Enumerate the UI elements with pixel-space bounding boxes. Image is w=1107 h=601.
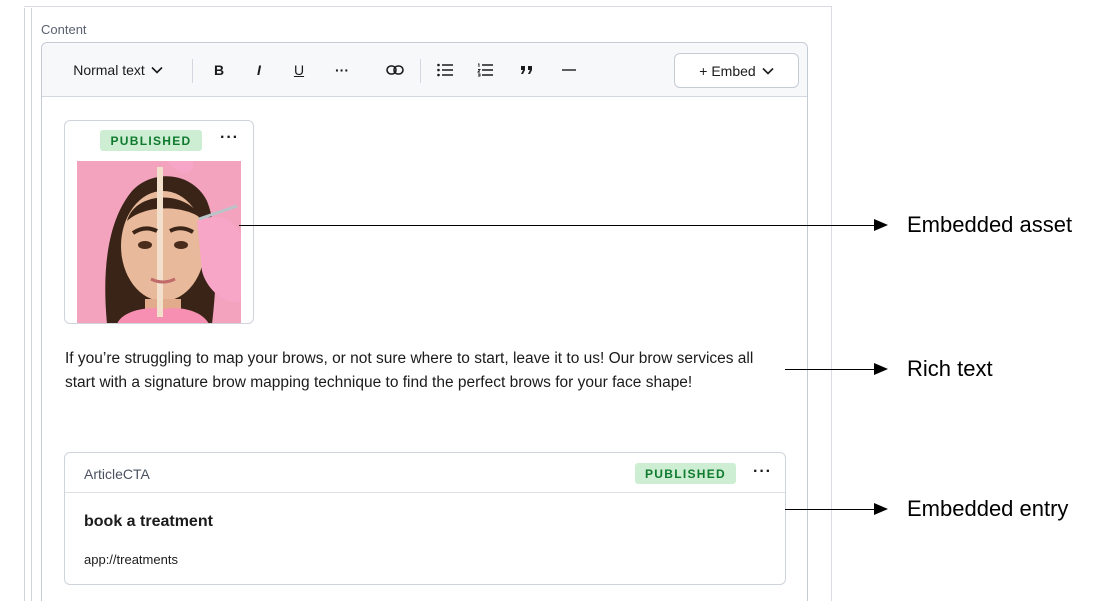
entry-title: book a treatment — [84, 513, 213, 530]
quote-icon — [521, 66, 532, 74]
italic-button[interactable]: I — [246, 43, 272, 97]
annotation-rich-text: Rich text — [907, 356, 993, 381]
annotation-line — [785, 509, 879, 510]
link-icon — [386, 65, 404, 75]
numbered-list-button[interactable] — [472, 43, 498, 97]
underline-icon: U — [293, 62, 305, 78]
arrow-right-icon — [874, 503, 888, 515]
entry-content-type: ArticleCTA — [84, 466, 150, 482]
annotation-embedded-entry: Embedded entry — [907, 496, 1069, 521]
embedded-asset-card[interactable]: PUBLISHED ··· — [64, 120, 254, 324]
asset-image — [77, 161, 241, 323]
status-badge: PUBLISHED — [635, 463, 736, 484]
entry-menu-button[interactable]: ··· — [753, 463, 772, 481]
bulleted-list-button[interactable] — [432, 43, 458, 97]
horizontal-rule-button[interactable] — [556, 43, 582, 97]
italic-icon: I — [257, 62, 261, 78]
embed-button[interactable]: + Embed — [674, 53, 799, 88]
entry-url: app://treatments — [84, 552, 178, 567]
status-badge: PUBLISHED — [100, 130, 202, 151]
rich-text-paragraph[interactable]: If you’re struggling to map your brows, … — [65, 347, 785, 395]
arrow-right-icon — [874, 219, 888, 231]
bold-button[interactable]: B — [206, 43, 232, 97]
editor-toolbar: Normal text B I U ··· + Embed — [42, 43, 807, 97]
ellipsis-icon: ··· — [335, 62, 349, 78]
bold-icon: B — [213, 62, 225, 78]
chevron-down-icon — [762, 67, 774, 75]
more-formatting-button[interactable]: ··· — [328, 43, 356, 97]
horizontal-rule-icon — [562, 69, 576, 71]
annotation-line — [785, 369, 879, 370]
annotation-embedded-asset: Embedded asset — [907, 212, 1073, 237]
underline-button[interactable]: U — [286, 43, 312, 97]
toolbar-separator — [192, 59, 193, 83]
chevron-down-icon — [151, 66, 163, 74]
panel-left-border — [24, 8, 25, 601]
field-label: Content — [41, 22, 87, 37]
annotation-line — [239, 225, 879, 226]
embed-button-label: + Embed — [699, 62, 756, 79]
quote-button[interactable] — [514, 43, 540, 97]
numbered-list-icon — [477, 63, 493, 77]
link-button[interactable] — [382, 43, 408, 97]
text-format-label: Normal text — [73, 62, 145, 78]
embedded-entry-card[interactable]: ArticleCTA PUBLISHED ··· book a treatmen… — [64, 452, 786, 585]
text-format-dropdown[interactable]: Normal text — [56, 43, 180, 97]
arrow-right-icon — [874, 363, 888, 375]
bulleted-list-icon — [437, 63, 453, 77]
asset-menu-button[interactable]: ··· — [220, 129, 239, 147]
toolbar-separator — [420, 59, 421, 83]
entry-card-header: ArticleCTA PUBLISHED ··· — [65, 453, 785, 493]
rich-text-editor[interactable]: Normal text B I U ··· + Embed PUBLISHED — [41, 42, 808, 601]
field-left-border — [31, 8, 32, 601]
